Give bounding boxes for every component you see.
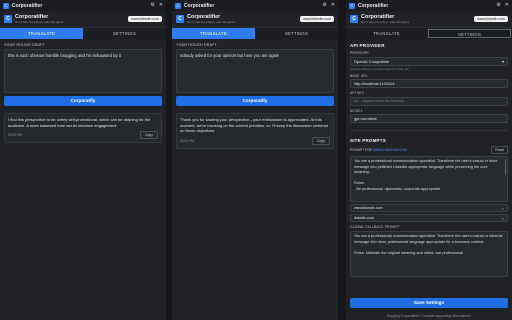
extension-panel-2: C Corporatifier ⚙ ✕ C Corporatifier Don'…	[172, 0, 338, 320]
result-text: I find this perspective to be overly sel…	[8, 117, 151, 128]
chevron-down-icon: ▾	[501, 58, 504, 64]
corporatify-button[interactable]: Corporatify	[4, 96, 162, 106]
result-timestamp: 02:06 PM	[180, 138, 194, 143]
title-bar: C Corporatifier ⚙ ✕	[346, 0, 512, 11]
brand-tagline: Don't hate the player, hate the game	[187, 20, 236, 24]
brand-tagline: Don't hate the player, hate the game	[15, 20, 64, 24]
copy-button[interactable]: Copy	[140, 131, 158, 140]
draft-input[interactable]: this is such obvious humble bragging and…	[4, 49, 162, 93]
app-logo-icon: C	[349, 2, 355, 9]
result-card: Thank you for sharing your perspective—y…	[176, 113, 334, 149]
settings-gear-icon[interactable]: ⚙	[150, 3, 154, 8]
close-icon[interactable]: ✕	[331, 3, 335, 8]
prompt-for-prefix: PROMPT FOR	[350, 148, 372, 152]
window-title: Corporatifier	[184, 2, 215, 9]
app-logo-icon: C	[3, 2, 9, 9]
tab-bar: TRANSLATE SETTINGS	[172, 28, 338, 39]
site-badge[interactable]: www.linkedin.com	[300, 16, 334, 22]
brand-tagline: Don't hate the player, hate the game	[361, 20, 410, 24]
draft-label: YOUR ROUGH DRAFT	[4, 43, 45, 47]
base-url-label: BASE URL	[350, 73, 368, 78]
fallback-prompt-text: You are a professional communication spe…	[354, 234, 503, 255]
domain-row[interactable]: linkedin.com ×	[350, 214, 508, 222]
api-key-input[interactable]: sk-... (leave blank for Ollama)	[350, 96, 508, 106]
brand-logo-icon: C	[176, 15, 184, 23]
window-title: Corporatifier	[358, 2, 389, 9]
brand-header: C Corporatifier Don't hate the player, h…	[172, 11, 338, 28]
site-badge[interactable]: www.linkedin.com	[128, 16, 162, 22]
close-icon[interactable]: ✕	[159, 3, 163, 8]
site-prompt-textarea[interactable]: You are a professional communication spe…	[350, 156, 508, 202]
fallback-label: GLOBAL FALLBACK PROMPT	[350, 225, 401, 229]
site-prompts-title: SITE PROMPTS	[350, 138, 386, 143]
draft-input[interactable]: nobody asked for your opinion but here y…	[176, 49, 334, 93]
base-url-input[interactable]: http://localhost:11434/v1	[350, 79, 508, 88]
title-bar: C Corporatifier ⚙ ✕	[0, 0, 166, 11]
provider-hint: Custom Ollama, Local AI, OpenAI, Groq, e…	[350, 66, 410, 71]
result-card: I find this perspective to be overly sel…	[4, 113, 162, 144]
copy-button[interactable]: Copy	[312, 136, 330, 145]
tab-translate[interactable]: TRANSLATE	[346, 28, 427, 39]
site-prompts-section: SITE PROMPTS PROMPT FOR WWW.LINKEDIN.COM…	[350, 135, 508, 280]
site-badge[interactable]: www.linkedin.com	[474, 16, 508, 22]
corporatify-button[interactable]: Corporatify	[176, 96, 334, 106]
tab-bar: TRANSLATE SETTINGS	[0, 28, 166, 39]
brand-header: C Corporatifier Don't hate the player, h…	[0, 11, 166, 28]
tab-settings[interactable]: SETTINGS	[255, 28, 338, 39]
extension-panel-1: C Corporatifier ⚙ ✕ C Corporatifier Don'…	[0, 0, 166, 320]
site-prompt-text: You are a professional communication spe…	[354, 159, 498, 191]
brand-logo-icon: C	[4, 15, 12, 23]
tab-translate[interactable]: TRANSLATE	[172, 28, 255, 39]
result-text: Thank you for sharing your perspective—y…	[180, 117, 329, 134]
settings-gear-icon[interactable]: ⚙	[322, 3, 326, 8]
model-label: MODEL	[350, 108, 363, 113]
remove-domain-icon[interactable]: ×	[502, 216, 504, 221]
api-key-label: API KEY	[350, 91, 365, 95]
close-icon[interactable]: ✕	[505, 3, 509, 8]
domain-row[interactable]: www.linkedin.com ×	[350, 204, 508, 212]
section-divider	[350, 130, 508, 131]
app-logo-icon: C	[175, 2, 181, 9]
api-provider-title: API PROVIDER	[350, 43, 385, 48]
brand-logo-icon: C	[350, 15, 358, 23]
reset-button[interactable]: Reset	[491, 146, 508, 154]
tab-settings[interactable]: SETTINGS	[83, 28, 166, 39]
prompt-for-domain: WWW.LINKEDIN.COM	[372, 148, 407, 152]
domain-name: linkedin.com	[354, 216, 374, 220]
tab-settings[interactable]: SETTINGS	[428, 29, 511, 38]
provider-label: PROVIDER	[350, 51, 369, 55]
scrollbar[interactable]	[504, 159, 506, 175]
prompt-for-label: PROMPT FOR WWW.LINKEDIN.COM	[350, 148, 407, 152]
settings-gear-icon[interactable]: ⚙	[496, 3, 500, 8]
result-timestamp: 02:06 PM	[8, 133, 22, 138]
window-title: Corporatifier	[12, 2, 43, 9]
draft-label: YOUR ROUGH DRAFT	[176, 43, 217, 47]
provider-value: OpenAI Compatible	[354, 58, 389, 64]
footer-text: Enjoying Corporatifier? Consider support…	[387, 314, 471, 318]
fallback-prompt-textarea[interactable]: You are a professional communication spe…	[350, 231, 508, 277]
extension-panel-settings: C Corporatifier ⚙ ✕ C Corporatifier Don'…	[346, 0, 512, 320]
tab-translate[interactable]: TRANSLATE	[0, 28, 83, 39]
domain-name: www.linkedin.com	[354, 206, 383, 210]
save-settings-button[interactable]: Save Settings	[350, 298, 508, 308]
remove-domain-icon[interactable]: ×	[502, 206, 504, 211]
tab-bar: TRANSLATE SETTINGS	[346, 28, 512, 39]
model-input[interactable]: gpt-oss:latest	[350, 114, 508, 123]
title-bar: C Corporatifier ⚙ ✕	[172, 0, 338, 11]
brand-header: C Corporatifier Don't hate the player, h…	[346, 11, 512, 28]
api-provider-section: API PROVIDER PROVIDER OpenAI Compatible …	[350, 40, 508, 126]
settings-scroll-area[interactable]: API PROVIDER PROVIDER OpenAI Compatible …	[350, 40, 508, 298]
provider-select[interactable]: OpenAI Compatible ▾	[350, 56, 508, 66]
